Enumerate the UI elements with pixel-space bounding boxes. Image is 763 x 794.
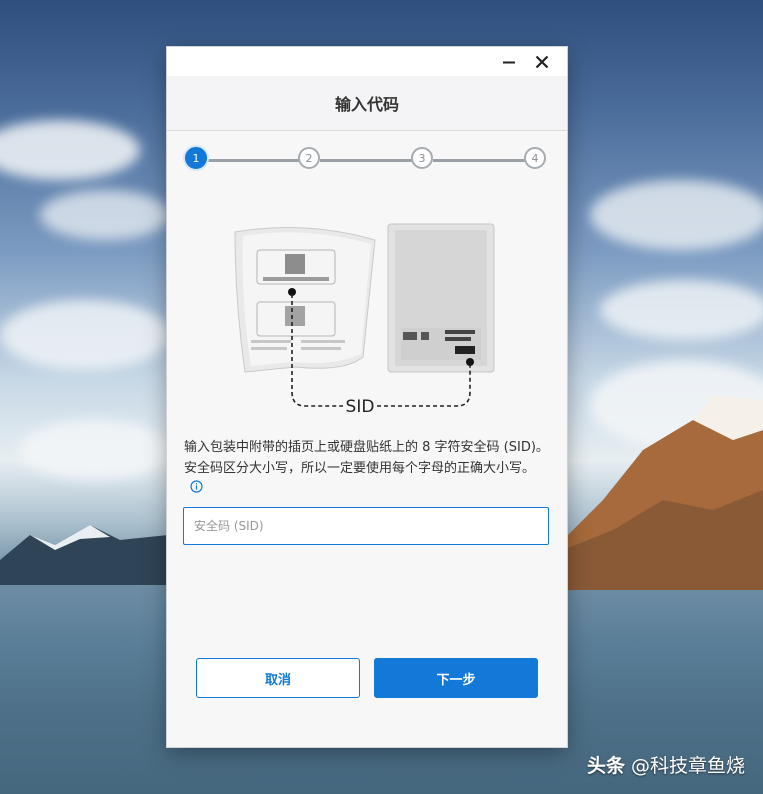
info-icon[interactable] (190, 479, 203, 500)
title-bar (167, 47, 567, 76)
step-4: 4 (524, 147, 546, 169)
sid-label: SID (346, 397, 375, 417)
page-title: 输入代码 (334, 95, 399, 114)
close-button[interactable] (530, 51, 554, 73)
step-3: 3 (411, 147, 433, 169)
step-2: 2 (298, 147, 320, 169)
cancel-button[interactable]: 取消 (196, 658, 360, 698)
instructions-text: 输入包装中附带的插页上或硬盘贴纸上的 8 字符安全码 (SID)。安全码区分大小… (184, 440, 549, 476)
watermark: 头条 @科技章鱼烧 (587, 751, 745, 778)
sid-location-illustration: SID (234, 223, 495, 417)
dialog-header: 输入代码 (167, 76, 567, 131)
minimize-icon (503, 61, 515, 64)
step-connector (433, 159, 526, 162)
watermark-brand: 头条 (586, 755, 625, 777)
step-connector (207, 159, 300, 162)
stepper: 1 2 3 4 (167, 131, 567, 187)
drive-image (387, 223, 495, 373)
step-1: 1 (185, 147, 207, 169)
instructions-text-block: 输入包装中附带的插页上或硬盘贴纸上的 8 字符安全码 (SID)。安全码区分大小… (184, 437, 549, 502)
insert-card-image (234, 227, 376, 373)
close-icon (535, 55, 549, 69)
minimize-button[interactable] (497, 51, 521, 73)
step-connector (320, 159, 413, 162)
sid-input[interactable] (183, 507, 549, 545)
next-button[interactable]: 下一步 (374, 658, 538, 698)
watermark-handle: @科技章鱼烧 (630, 755, 745, 777)
enter-code-dialog: 输入代码 1 2 3 4 SID 输入包装中附带的插页上或硬盘贴纸上的 8 字符… (167, 47, 567, 747)
